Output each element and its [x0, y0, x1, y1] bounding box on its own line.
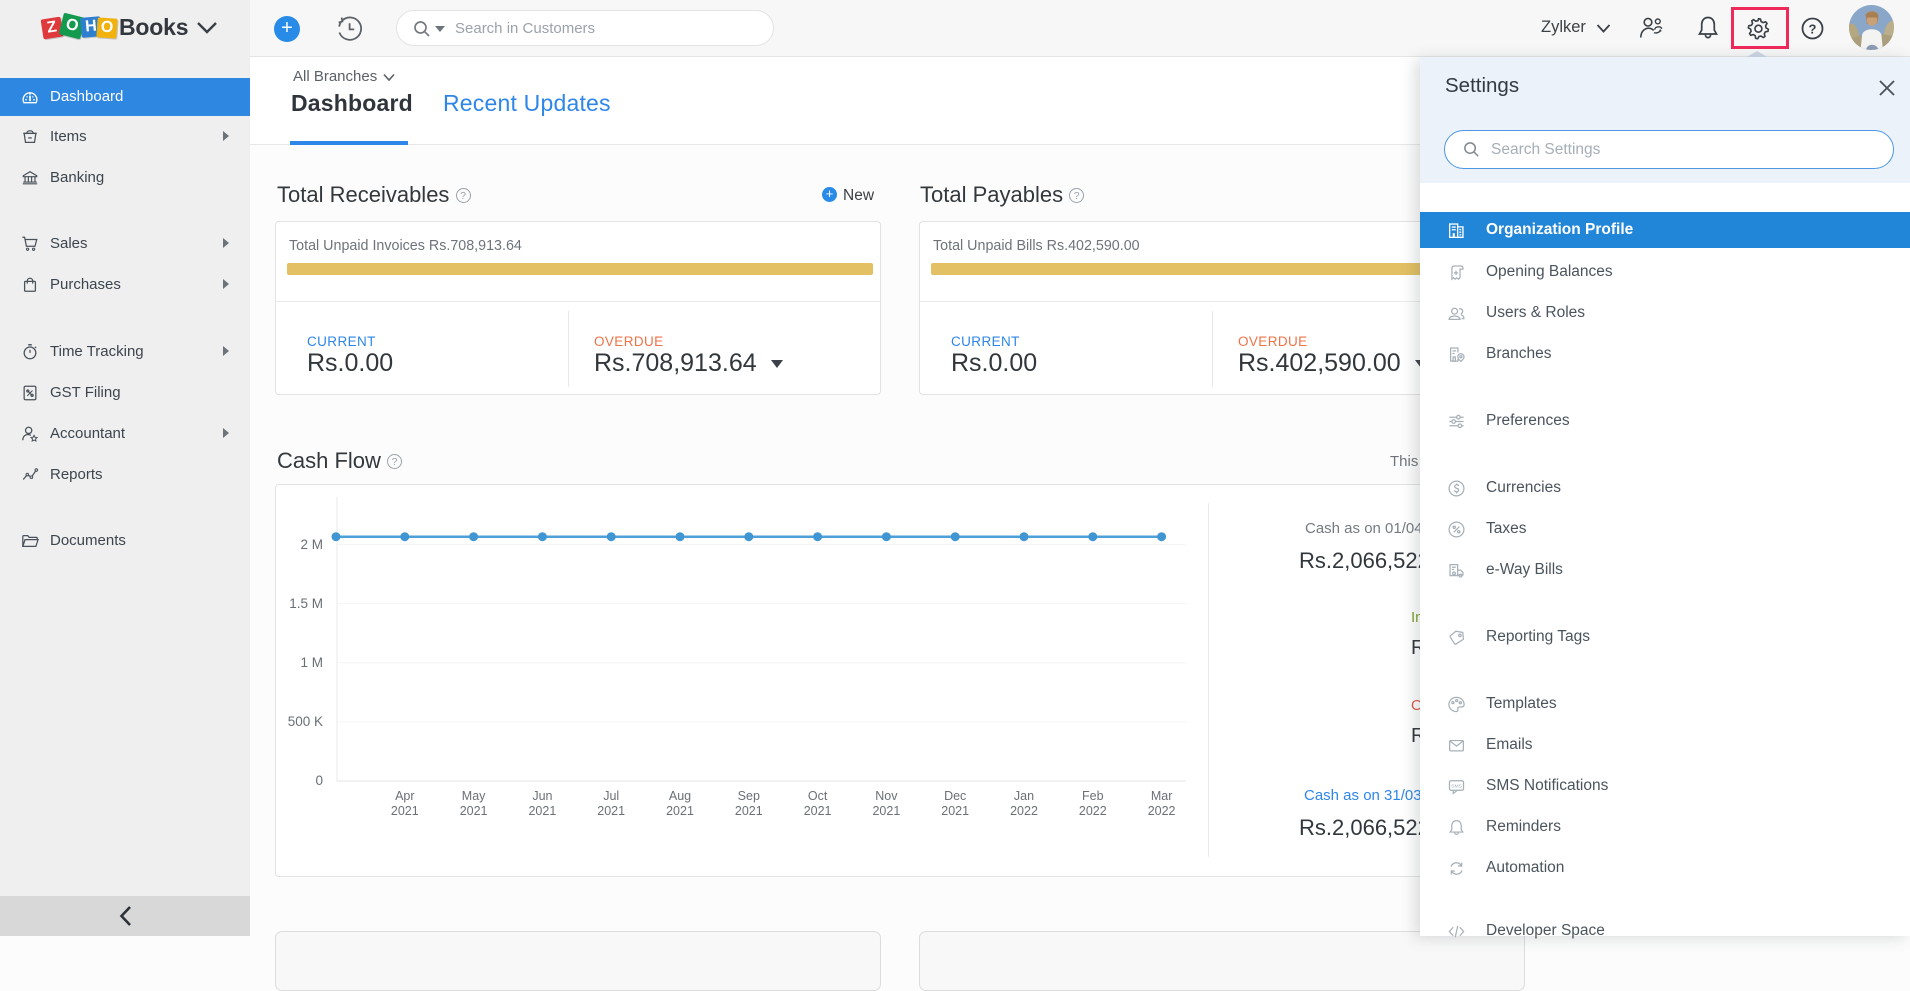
svg-text:Sep: Sep — [738, 789, 760, 803]
svg-text:Oct: Oct — [808, 789, 828, 803]
svg-text:Aug: Aug — [669, 789, 691, 803]
svg-text:2 M: 2 M — [300, 537, 323, 552]
svg-text:500 K: 500 K — [288, 714, 323, 729]
svg-text:Mar: Mar — [1151, 789, 1173, 803]
svg-text:2021: 2021 — [666, 804, 694, 818]
svg-text:Jan: Jan — [1014, 789, 1034, 803]
svg-text:2021: 2021 — [872, 804, 900, 818]
svg-text:2022: 2022 — [1079, 804, 1107, 818]
svg-text:Dec: Dec — [944, 789, 966, 803]
svg-text:2021: 2021 — [597, 804, 625, 818]
svg-text:2021: 2021 — [735, 804, 763, 818]
svg-text:2022: 2022 — [1148, 804, 1176, 818]
svg-text:May: May — [462, 789, 486, 803]
svg-text:0: 0 — [315, 773, 323, 788]
svg-text:2021: 2021 — [804, 804, 832, 818]
svg-text:2021: 2021 — [941, 804, 969, 818]
svg-text:Jun: Jun — [532, 789, 552, 803]
svg-text:1 M: 1 M — [300, 655, 323, 670]
svg-text:2022: 2022 — [1010, 804, 1038, 818]
svg-text:?: ? — [1809, 21, 1817, 36]
svg-text:2021: 2021 — [528, 804, 556, 818]
svg-text:Nov: Nov — [875, 789, 898, 803]
svg-text:Feb: Feb — [1082, 789, 1104, 803]
svg-text:2021: 2021 — [460, 804, 488, 818]
svg-text:1.5 M: 1.5 M — [289, 596, 323, 611]
svg-text:Apr: Apr — [395, 789, 414, 803]
svg-text:Jul: Jul — [603, 789, 619, 803]
svg-text:2021: 2021 — [391, 804, 419, 818]
svg-text:SMS: SMS — [1451, 783, 1462, 789]
